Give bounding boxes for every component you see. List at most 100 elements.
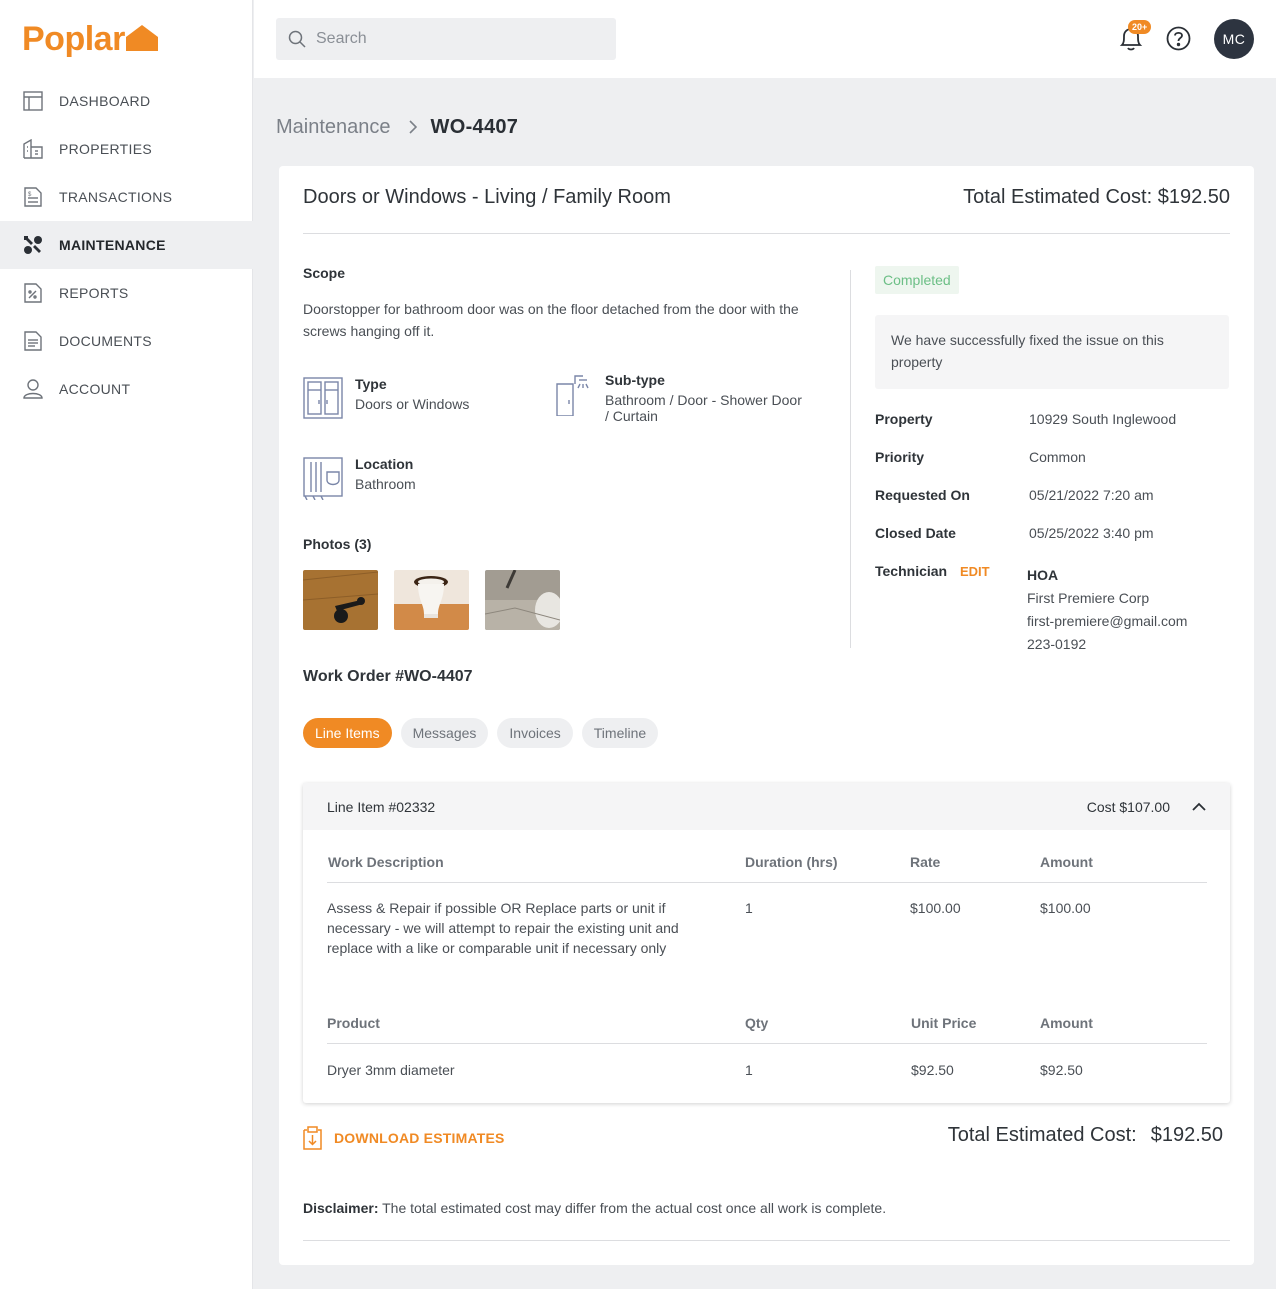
sidebar-item-label: PROPERTIES bbox=[59, 141, 152, 157]
status-note: We have successfully fixed the issue on … bbox=[875, 315, 1229, 389]
shower-door-icon bbox=[556, 375, 589, 416]
table-header: Rate bbox=[910, 854, 941, 870]
technician-label: Technician bbox=[875, 563, 948, 579]
sidebar-item-label: DASHBOARD bbox=[59, 93, 151, 109]
edit-technician-link[interactable]: EDIT bbox=[960, 564, 990, 579]
tab-timeline[interactable]: Timeline bbox=[581, 718, 659, 748]
photo-thumbnail[interactable] bbox=[394, 570, 469, 630]
sidebar-item-transactions[interactable]: $ TRANSACTIONS bbox=[0, 173, 253, 221]
duration-cell: 1 bbox=[745, 900, 753, 916]
logo-text: Poplar bbox=[22, 20, 125, 58]
type-attribute: Type Doors or Windows bbox=[303, 376, 469, 420]
scope-text: Doorstopper for bathroom door was on the… bbox=[303, 301, 799, 339]
search-icon bbox=[288, 30, 306, 48]
table-header: Work Description bbox=[328, 854, 444, 870]
tools-icon bbox=[22, 234, 44, 256]
rate-cell: $100.00 bbox=[910, 900, 961, 916]
chevron-up-icon[interactable] bbox=[1192, 802, 1206, 811]
download-estimates-button[interactable]: DOWNLOAD ESTIMATES bbox=[303, 1126, 505, 1150]
requested-on-label: Requested On bbox=[875, 487, 970, 503]
door-window-icon bbox=[303, 377, 343, 419]
download-file-icon bbox=[303, 1126, 322, 1150]
sidebar-item-dashboard[interactable]: DASHBOARD bbox=[0, 77, 253, 125]
priority-value: Common bbox=[1029, 449, 1086, 465]
top-bar: 20+ MC bbox=[254, 0, 1276, 78]
total-estimated-cost: Total Estimated Cost: $192.50 bbox=[948, 1124, 1223, 1147]
sidebar-item-properties[interactable]: PROPERTIES bbox=[0, 125, 253, 173]
search-box[interactable] bbox=[276, 18, 616, 60]
chevron-right-icon bbox=[408, 120, 417, 134]
disclaimer-label: Disclaimer: bbox=[303, 1200, 379, 1216]
sidebar-item-label: ACCOUNT bbox=[59, 381, 131, 397]
divider bbox=[303, 233, 1230, 234]
work-order-card: Doors or Windows - Living / Family Room … bbox=[279, 166, 1254, 1265]
page-title: Doors or Windows - Living / Family Room bbox=[303, 186, 671, 208]
total-label: Total Estimated Cost: bbox=[947, 1124, 1137, 1146]
photo-thumbnail[interactable] bbox=[303, 570, 378, 630]
notification-badge: 20+ bbox=[1128, 20, 1152, 34]
tab-invoices[interactable]: Invoices bbox=[497, 718, 573, 748]
work-order-tabs: Line Items Messages Invoices Timeline bbox=[303, 718, 667, 748]
table-header: Qty bbox=[745, 1015, 769, 1031]
closed-date-label: Closed Date bbox=[875, 525, 956, 541]
help-icon[interactable] bbox=[1166, 26, 1191, 51]
photo-thumbnail[interactable] bbox=[485, 570, 560, 630]
table-header: Unit Price bbox=[911, 1015, 977, 1031]
type-label: Type bbox=[355, 376, 387, 392]
property-label: Property bbox=[875, 411, 933, 427]
scope-label: Scope bbox=[303, 265, 346, 281]
sidebar-item-label: MAINTENANCE bbox=[59, 237, 166, 253]
tab-messages[interactable]: Messages bbox=[400, 718, 489, 748]
search-input[interactable] bbox=[316, 30, 596, 48]
sidebar-nav: DASHBOARD PROPERTIES $ TRANSACTIONS MAIN… bbox=[0, 77, 253, 413]
technician-info: HOA First Premiere Corp first-premiere@g… bbox=[1027, 564, 1187, 656]
tab-line-items[interactable]: Line Items bbox=[303, 718, 392, 748]
closed-date-value: 05/25/2022 3:40 pm bbox=[1029, 525, 1154, 541]
requested-on-value: 05/21/2022 7:20 am bbox=[1029, 487, 1154, 503]
unit-price-cell: $92.50 bbox=[911, 1062, 954, 1078]
table-header: Product bbox=[327, 1015, 380, 1031]
location-value: Bathroom bbox=[355, 476, 416, 492]
download-estimates-label: DOWNLOAD ESTIMATES bbox=[334, 1130, 505, 1146]
divider bbox=[303, 1240, 1230, 1241]
property-value: 10929 South Inglewood bbox=[1029, 411, 1177, 427]
product-cell: Dryer 3mm diameter bbox=[327, 1062, 455, 1078]
column-divider bbox=[850, 270, 851, 648]
sidebar-item-account[interactable]: ACCOUNT bbox=[0, 365, 253, 413]
technician-email[interactable]: first-premiere@gmail.com bbox=[1027, 610, 1187, 633]
table-header: Duration (hrs) bbox=[745, 854, 838, 870]
subtype-attribute: Sub-type Bathroom / Door - Shower Door /… bbox=[553, 372, 805, 424]
disclaimer: Disclaimer: The total estimated cost may… bbox=[303, 1200, 886, 1216]
divider bbox=[327, 1043, 1207, 1044]
sidebar-item-documents[interactable]: DOCUMENTS bbox=[0, 317, 253, 365]
breadcrumb-parent[interactable]: Maintenance bbox=[276, 116, 391, 139]
user-icon bbox=[22, 378, 44, 400]
sidebar-item-label: TRANSACTIONS bbox=[59, 189, 173, 205]
dashboard-icon bbox=[22, 90, 44, 112]
disclaimer-text: The total estimated cost may differ from… bbox=[378, 1200, 887, 1216]
table-header: Amount bbox=[1040, 854, 1093, 870]
technician-company: First Premiere Corp bbox=[1027, 590, 1150, 606]
table-header: Amount bbox=[1040, 1015, 1093, 1031]
poplar-logo[interactable]: Poplar bbox=[22, 18, 158, 58]
type-value: Doors or Windows bbox=[355, 396, 470, 412]
document-icon bbox=[22, 330, 44, 352]
qty-cell: 1 bbox=[745, 1062, 753, 1078]
technician-phone[interactable]: 223-0192 bbox=[1027, 633, 1187, 656]
breadcrumb: Maintenance WO-4407 bbox=[276, 114, 518, 140]
subtype-label: Sub-type bbox=[605, 372, 665, 388]
breadcrumb-current: WO-4407 bbox=[430, 115, 519, 138]
sidebar-item-reports[interactable]: REPORTS bbox=[0, 269, 253, 317]
avatar[interactable]: MC bbox=[1214, 19, 1254, 59]
photos-label: Photos (3) bbox=[303, 536, 372, 552]
report-icon bbox=[22, 282, 44, 304]
receipt-icon: $ bbox=[22, 186, 44, 208]
line-item-header[interactable]: Line Item #02332 Cost $107.00 bbox=[303, 783, 1230, 830]
sidebar-item-maintenance[interactable]: MAINTENANCE bbox=[0, 221, 253, 269]
work-order-title: Work Order #WO-4407 bbox=[303, 668, 473, 685]
house-icon bbox=[125, 25, 158, 51]
total-estimated-cost-header: Total Estimated Cost: $192.50 bbox=[963, 186, 1230, 208]
amount-cell: $92.50 bbox=[1040, 1062, 1083, 1078]
work-description-cell: Assess & Repair if possible OR Replace p… bbox=[327, 900, 679, 956]
line-item-title: Line Item #02332 bbox=[327, 798, 436, 815]
